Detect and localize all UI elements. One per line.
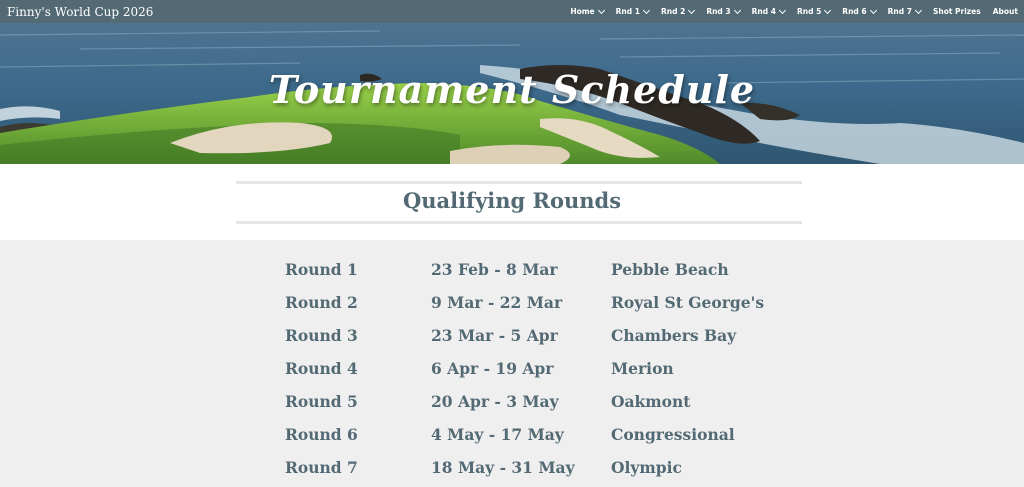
section-title: Qualifying Rounds (402, 188, 622, 213)
nav-item-rnd-1[interactable]: Rnd 1 (615, 6, 651, 16)
schedule-row: Round 3 23 Mar - 5 Apr Chambers Bay (0, 326, 1024, 350)
nav-item-rnd-2[interactable]: Rnd 2 (660, 6, 696, 16)
section-heading-band: Qualifying Rounds (0, 164, 1024, 240)
top-navbar: Finny's World Cup 2026 Home Rnd 1 Rnd 2 … (0, 0, 1024, 23)
nav-item-label: Home (570, 7, 595, 16)
chevron-down-icon (869, 6, 877, 14)
nav-item-rnd-6[interactable]: Rnd 6 (842, 6, 877, 16)
round-name: Round 6 (285, 425, 358, 444)
chevron-down-icon (597, 6, 605, 14)
round-name: Round 4 (285, 359, 358, 378)
round-venue: Congressional (611, 425, 735, 444)
round-name: Round 7 (285, 458, 358, 477)
nav-item-label: Shot Prizes (932, 7, 981, 16)
round-venue: Royal St George's (611, 293, 765, 312)
round-dates: 9 Mar - 22 Mar (431, 293, 563, 312)
nav-item-label: About (992, 7, 1018, 16)
nav-item-rnd-4[interactable]: Rnd 4 (751, 6, 787, 16)
chevron-down-icon (914, 6, 922, 14)
nav-item-shot-prizes[interactable]: Shot Prizes (933, 7, 981, 16)
nav-item-label: Rnd 7 (887, 7, 912, 16)
schedule-row: Round 1 23 Feb - 8 Mar Pebble Beach (0, 260, 1024, 284)
round-venue: Oakmont (611, 392, 691, 411)
schedule-row: Round 4 6 Apr - 19 Apr Merion (0, 359, 1024, 383)
round-venue: Merion (611, 359, 674, 378)
round-dates: 23 Mar - 5 Apr (431, 326, 558, 345)
round-venue: Olympic (611, 458, 682, 477)
nav-item-label: Rnd 5 (796, 7, 822, 16)
schedule-row: Round 2 9 Mar - 22 Mar Royal St George's (0, 293, 1024, 317)
schedule-row: Round 7 18 May - 31 May Olympic (0, 458, 1024, 482)
schedule-row: Round 5 20 Apr - 3 May Oakmont (0, 392, 1024, 416)
round-dates: 6 Apr - 19 Apr (431, 359, 554, 378)
hero-title: Tournament Schedule (268, 67, 756, 112)
round-dates: 4 May - 17 May (431, 425, 564, 444)
main-nav: Home Rnd 1 Rnd 2 Rnd 3 Rnd 4 Rnd 5 Rnd 6… (558, 0, 1018, 23)
round-dates: 18 May - 31 May (431, 458, 575, 477)
site-title[interactable]: Finny's World Cup 2026 (7, 5, 153, 19)
round-dates: 23 Feb - 8 Mar (431, 260, 558, 279)
divider (236, 221, 802, 224)
nav-item-label: Rnd 3 (706, 7, 731, 16)
nav-item-label: Rnd 1 (615, 7, 640, 16)
nav-item-about[interactable]: About (993, 7, 1018, 16)
round-venue: Chambers Bay (611, 326, 737, 345)
chevron-down-icon (824, 6, 832, 14)
chevron-down-icon (733, 6, 741, 14)
round-name: Round 2 (285, 293, 358, 312)
nav-item-rnd-7[interactable]: Rnd 7 (887, 6, 922, 16)
nav-item-label: Rnd 4 (751, 7, 776, 16)
round-name: Round 5 (285, 392, 358, 411)
divider (236, 181, 802, 184)
round-name: Round 3 (285, 326, 358, 345)
chevron-down-icon (642, 6, 651, 14)
nav-item-home[interactable]: Home (570, 6, 605, 16)
round-name: Round 1 (285, 260, 358, 279)
schedule-row: Round 6 4 May - 17 May Congressional (0, 425, 1024, 449)
hero-banner: Tournament Schedule (0, 23, 1024, 164)
nav-item-rnd-3[interactable]: Rnd 3 (706, 6, 741, 16)
nav-item-rnd-5[interactable]: Rnd 5 (796, 6, 832, 16)
nav-item-label: Rnd 6 (842, 7, 867, 16)
chevron-down-icon (688, 6, 696, 14)
schedule-list: Round 1 23 Feb - 8 Mar Pebble Beach Roun… (0, 240, 1024, 487)
nav-item-label: Rnd 2 (660, 7, 686, 16)
chevron-down-icon (778, 6, 787, 14)
round-dates: 20 Apr - 3 May (431, 392, 559, 411)
round-venue: Pebble Beach (611, 260, 729, 279)
